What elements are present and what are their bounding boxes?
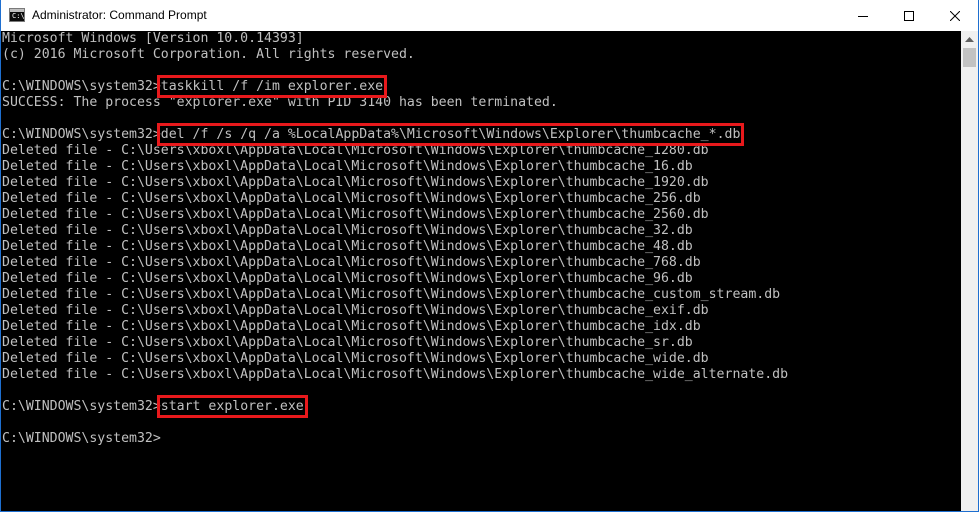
output-line: (c) 2016 Microsoft Corporation. All righ… — [2, 47, 415, 62]
prompt-text: C:\WINDOWS\system32> — [2, 127, 161, 142]
prompt-line: C:\WINDOWS\system32>del /f /s /q /a %Loc… — [2, 123, 788, 146]
blank-line — [2, 63, 788, 79]
output-line: Deleted file - C:\Users\xboxl\AppData\Lo… — [2, 207, 709, 222]
output-line: Deleted file - C:\Users\xboxl\AppData\Lo… — [2, 319, 701, 334]
close-button[interactable] — [932, 0, 978, 31]
output-line: Deleted file - C:\Users\xboxl\AppData\Lo… — [2, 255, 701, 270]
close-icon — [950, 10, 960, 21]
highlighted-command: taskkill /f /im explorer.exe — [156, 75, 388, 98]
prompt-line: C:\WINDOWS\system32>start explorer.exe — [2, 395, 788, 418]
prompt-text: C:\WINDOWS\system32> — [2, 79, 161, 94]
prompt-line: C:\WINDOWS\system32>taskkill /f /im expl… — [2, 75, 788, 98]
scroll-up-button[interactable] — [961, 31, 978, 48]
output-line: Deleted file - C:\Users\xboxl\AppData\Lo… — [2, 191, 701, 206]
blank-line — [2, 415, 788, 431]
output-line: Deleted file - C:\Users\xboxl\AppData\Lo… — [2, 303, 709, 318]
cmd-icon-glyph: C:\ — [12, 12, 25, 20]
output-line: Deleted file - C:\Users\xboxl\AppData\Lo… — [2, 239, 693, 254]
maximize-icon — [904, 10, 914, 21]
output-line: Deleted file - C:\Users\xboxl\AppData\Lo… — [2, 223, 693, 238]
output-line: Deleted file - C:\Users\xboxl\AppData\Lo… — [2, 367, 789, 382]
minimize-icon — [858, 15, 868, 17]
prompt-text: C:\WINDOWS\system32> — [2, 431, 161, 446]
output-line: Deleted file - C:\Users\xboxl\AppData\Lo… — [2, 175, 709, 190]
title-bar[interactable]: C:\ Administrator: Command Prompt — [1, 0, 978, 31]
output-line: Microsoft Windows [Version 10.0.14393] — [2, 31, 304, 46]
output-line: Deleted file - C:\Users\xboxl\AppData\Lo… — [2, 159, 693, 174]
scrollbar-thumb[interactable] — [963, 48, 976, 67]
output-line: Deleted file - C:\Users\xboxl\AppData\Lo… — [2, 351, 709, 366]
output-line: Deleted file - C:\Users\xboxl\AppData\Lo… — [2, 143, 709, 158]
console-lines: Microsoft Windows [Version 10.0.14393] (c… — [2, 31, 788, 447]
output-line: Deleted file - C:\Users\xboxl\AppData\Lo… — [2, 335, 693, 350]
minimize-button[interactable] — [840, 0, 886, 31]
window-title: Administrator: Command Prompt — [32, 8, 207, 22]
highlighted-command: del /f /s /q /a %LocalAppData%\Microsoft… — [156, 123, 745, 146]
highlighted-command: start explorer.exe — [156, 395, 308, 418]
console-output[interactable]: Microsoft Windows [Version 10.0.14393] (c… — [1, 31, 961, 511]
prompt-text: C:\WINDOWS\system32> — [2, 399, 161, 414]
command-prompt-window: C:\ Administrator: Command Prompt Micros… — [0, 0, 979, 512]
blank-line — [2, 383, 788, 399]
output-line: SUCCESS: The process "explorer.exe" with… — [2, 95, 558, 110]
prompt-line: C:\WINDOWS\system32> — [2, 431, 788, 447]
blank-line — [2, 111, 788, 127]
vertical-scrollbar[interactable] — [961, 31, 978, 511]
output-line: Deleted file - C:\Users\xboxl\AppData\Lo… — [2, 271, 693, 286]
cmd-icon[interactable]: C:\ — [9, 8, 25, 22]
output-line: Deleted file - C:\Users\xboxl\AppData\Lo… — [2, 287, 781, 302]
maximize-button[interactable] — [886, 0, 932, 31]
scroll-up-icon — [965, 37, 974, 42]
